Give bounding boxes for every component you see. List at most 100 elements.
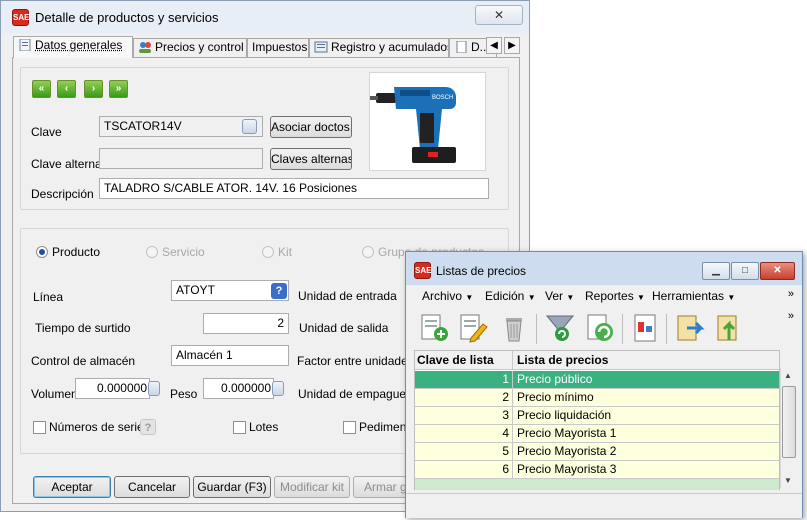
previous-record-button[interactable]: ‹ [57,80,76,98]
dropdown-icon: ▼ [527,293,536,302]
row-nombre: Precio mínimo [517,390,594,404]
report-icon[interactable] [629,312,661,344]
export-icon[interactable] [713,312,745,344]
control-almacen-field[interactable]: Almacén 1 [171,345,289,366]
servicio-label: Servicio [162,245,205,259]
tab-datos-generales[interactable]: Datos generales [13,36,133,58]
vertical-scrollbar[interactable]: ▲ ▼ [780,368,797,488]
maximize-button[interactable]: □ [731,262,759,280]
svg-text:BOSCH: BOSCH [432,95,453,101]
tab-impuestos[interactable]: Impuestos [247,38,309,57]
volumen-label: Volumen [31,387,78,401]
camera-icon[interactable] [242,119,257,134]
row-nombre: Precio liquidación [517,408,612,422]
tiempo-surtido-label: Tiempo de surtido [35,321,131,335]
grupo-radio[interactable] [362,246,374,258]
clave-field[interactable]: TSCATOR14V [99,116,263,137]
toolbar-overflow-button[interactable]: » [788,310,794,322]
menu-herramientas[interactable]: Herramientas ▼ [652,289,735,303]
app-icon: SAE [12,9,29,26]
close-button[interactable]: ✕ [760,262,795,280]
table-row[interactable]: 3 Precio liquidación [415,407,779,425]
cancelar-button[interactable]: Cancelar [114,476,190,498]
armar-grupo-button[interactable]: Armar gru [353,476,413,498]
kit-radio[interactable] [262,246,274,258]
descripcion-label: Descripción [31,187,94,201]
numeros-serie-label: Números de serie [49,420,144,434]
dropdown-icon: ▼ [566,293,575,302]
add-icon[interactable] [418,312,450,344]
table-row[interactable]: 2 Precio mínimo [415,389,779,407]
tab-label: Impuestos [252,40,308,54]
menu-ver[interactable]: Ver ▼ [545,289,574,303]
calculator-icon[interactable] [148,381,160,396]
tiempo-surtido-field[interactable]: 2 [203,313,289,334]
lotes-checkbox[interactable] [233,421,246,434]
servicio-radio[interactable] [146,246,158,258]
pedimentos-checkbox[interactable] [343,421,356,434]
asociar-doctos-button[interactable]: Asociar doctos. [270,116,352,138]
unidad-salida-label: Unidad de salida [299,321,389,335]
modificar-kit-button[interactable]: Modificar kit [274,476,350,498]
peso-field[interactable]: 0.000000 [203,378,274,399]
unidad-entrada-label: Unidad de entrada [298,289,397,303]
column-clave-header[interactable]: Clave de lista [415,351,513,370]
producto-label: Producto [52,245,101,259]
price-lists-window: SAE Listas de precios ▁ □ ✕ Archivo ▼ Ed… [405,251,803,518]
close-button[interactable]: ✕ [475,5,523,25]
menu-label: Edición [485,289,525,303]
menu-reportes[interactable]: Reportes ▼ [585,289,645,303]
tab-precios-control[interactable]: Precios y control [133,38,247,57]
kit-label: Kit [278,245,293,259]
aceptar-button[interactable]: Aceptar [33,476,111,498]
help-icon[interactable]: ? [140,419,156,435]
users-icon [139,42,151,53]
clave-alterna-field[interactable] [99,148,263,169]
toolbar-separator [622,314,623,344]
descripcion-field[interactable]: TALADRO S/CABLE ATOR. 14V. 16 Posiciones [99,178,489,199]
help-icon[interactable]: ? [271,283,287,299]
table-row[interactable]: 4 Precio Mayorista 1 [415,425,779,443]
tab-registro-acumulados[interactable]: Registro y acumulados [309,38,449,57]
last-record-button[interactable]: » [109,80,128,98]
menu-overflow-button[interactable]: » [788,288,794,300]
filter-icon[interactable] [544,312,576,344]
scroll-up-icon[interactable]: ▲ [784,371,792,380]
numeros-serie-checkbox[interactable] [33,421,46,434]
row-clave: 6 [415,461,513,478]
dropdown-icon: ▼ [727,293,736,302]
tab-label: Precios y control [155,40,244,54]
menu-edicion[interactable]: Edición ▼ [485,289,536,303]
producto-radio[interactable] [36,246,48,258]
clave-alterna-label: Clave alterna [31,157,102,171]
dropdown-icon: ▼ [465,293,474,302]
next-record-button[interactable]: › [84,80,103,98]
dropdown-icon: ▼ [637,293,645,302]
scroll-thumb[interactable] [782,386,796,458]
minimize-button[interactable]: ▁ [702,262,730,280]
table-row[interactable]: 6 Precio Mayorista 3 [415,461,779,479]
tab-scroll-right-button[interactable]: ▶ [504,37,520,54]
table-row[interactable]: 1 Precio público [415,371,779,389]
guardar-button[interactable]: Guardar (F3) [193,476,271,498]
trash-icon[interactable] [498,312,530,344]
menu-archivo[interactable]: Archivo ▼ [422,289,473,303]
first-record-button[interactable]: « [32,80,51,98]
title-bar: SAE Detalle de productos y servicios ✕ [1,1,529,33]
control-almacen-label: Control de almacén [31,354,136,368]
tab-scroll-left-button[interactable]: ◀ [486,37,502,54]
toolbar-separator [666,314,667,344]
status-bar [406,493,802,518]
edit-icon[interactable] [457,312,489,344]
import-icon[interactable] [673,312,705,344]
unidad-empaque-label: Unidad de empague [298,387,407,401]
volumen-field[interactable]: 0.000000 [75,378,150,399]
window-title: Detalle de productos y servicios [35,10,219,25]
claves-alternas-button[interactable]: Claves alternas [270,148,352,170]
refresh-icon[interactable] [584,312,616,344]
table-row[interactable]: 5 Precio Mayorista 2 [415,443,779,461]
calculator-icon[interactable] [272,381,284,396]
scroll-down-icon[interactable]: ▼ [784,476,792,485]
column-lista-header[interactable]: Lista de precios [514,351,781,370]
row-clave: 3 [415,407,513,424]
